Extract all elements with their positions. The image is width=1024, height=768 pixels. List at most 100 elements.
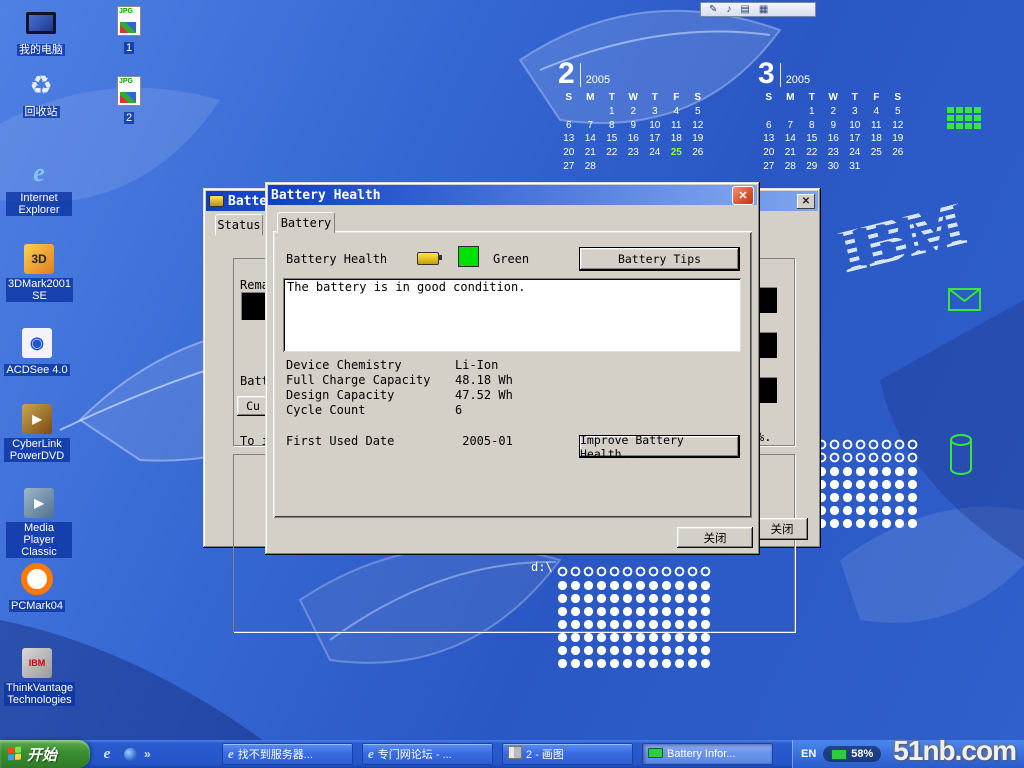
calendar-day [580,105,602,119]
calendar-day [887,160,909,174]
recycle-icon: ♻ [8,68,74,102]
tray-battery-indicator[interactable]: 58% [823,746,881,762]
improve-battery-health-button[interactable]: Improve Battery Health... [579,435,740,458]
task-button-area: e找不到服务器...e专门网论坛 - ...2 - 画图Battery Info… [222,743,773,765]
calendar-day: 2 [823,105,845,119]
desktop-icon-my-computer[interactable]: 我的电脑 [8,6,74,58]
calendar-day [623,160,645,174]
back-window-close-button[interactable]: ✕ [797,194,815,209]
media-player-icon[interactable] [121,744,139,764]
battery-tips-button[interactable]: Battery Tips [579,247,740,271]
language-toolbar[interactable]: ✎ ♪ ▤ ▦ [700,2,816,17]
calendar-day: 16 [623,132,645,146]
calendar-day: 1 [801,105,823,119]
keypad-grid-icon [946,106,986,130]
ie-icon: e [6,156,72,190]
calendar-day [758,105,780,119]
day-header: T [801,91,823,105]
speaker-icon[interactable]: ♪ [726,3,731,16]
desktop-icon-pcmark04[interactable]: PCMark04 [4,562,70,614]
dialog-close-action-button[interactable]: 关闭 [677,527,753,548]
calendar-header: 32005 [758,57,909,87]
tab-status-label: Status [217,218,260,232]
icon-label: Media Player Classic [6,522,72,558]
taskbar: 开始 e» e找不到服务器...e专门网论坛 - ...2 - 画图Batter… [0,740,1024,768]
field-label: Design Capacity [286,388,455,402]
computer-icon [8,6,74,40]
calendar-day: 5 [887,105,909,119]
calendar-day: 6 [758,119,780,133]
calendar-day: 30 [823,160,845,174]
calendar-week: 6789101112 [558,119,709,133]
keyboard-icon[interactable]: ▦ [759,3,768,16]
language-indicator[interactable]: EN [801,748,816,760]
icon-label: 1 [124,42,134,54]
icon-label: 我的电脑 [17,44,65,56]
desktop-icon-file-1[interactable]: JPG 1 [96,4,162,56]
calendar-day [558,105,580,119]
task-label: 专门网论坛 - ... [378,746,452,762]
calendar-day: 17 [644,132,666,146]
pen-icon[interactable]: ✎ [709,3,717,16]
field-row: Device ChemistryLi-Ion [286,358,513,373]
day-header: S [558,91,580,105]
day-header: T [601,91,623,105]
dialog-close-button[interactable]: ✕ [732,186,754,205]
desktop-icon-powerdvd[interactable]: ▶CyberLink PowerDVD [4,402,70,464]
ie-icon[interactable]: e [98,744,116,764]
desktop-icon-internet-explorer[interactable]: eInternet Explorer [6,156,72,218]
quick-launch-overflow-chevron[interactable]: » [144,747,151,761]
icon-label: Internet Explorer [6,192,72,216]
calendar-day: 25 [866,146,888,160]
calendar-day: 26 [887,146,909,160]
calendar-day: 16 [823,132,845,146]
calendar-day: 2 [623,105,645,119]
ie-icon: e [228,746,234,762]
icon-label: PCMark04 [9,600,65,612]
taskbar-task-4[interactable]: Battery Infor... [642,743,773,765]
condition-box: The battery is in good condition. [283,278,741,352]
taskbar-task-1[interactable]: e找不到服务器... [222,743,353,765]
calendar-day [601,160,623,174]
start-button[interactable]: 开始 [0,740,90,768]
calendar-week: 2728293031 [758,160,909,174]
calendar-day: 29 [801,160,823,174]
paint-icon [508,746,522,762]
calendar-day: 10 [844,119,866,133]
calendar-day [866,160,888,174]
desktop-icon-recycle-bin[interactable]: ♻回收站 [8,68,74,120]
field-label: Device Chemistry [286,358,455,372]
desktop-icon-mpc[interactable]: ▶Media Player Classic [6,486,72,560]
calendar-day: 9 [823,119,845,133]
tray-battery-percent: 58% [851,748,873,760]
calendar-day: 18 [866,132,888,146]
calendar-day: 27 [758,160,780,174]
day-header: M [780,91,802,105]
desktop-icon-file-2[interactable]: JPG2 [96,74,162,126]
jpg-icon: JPG [96,4,162,38]
desktop-icon-acdsee[interactable]: ◉ACDSee 4.0 [4,326,70,378]
tray-battery-icon [831,749,847,760]
tab-battery[interactable]: Battery [277,212,335,233]
dialog-title: Battery Health [271,188,728,203]
taskbar-task-2[interactable]: e专门网论坛 - ... [362,743,493,765]
calendar-day: 3 [844,105,866,119]
mpc-icon: ▶ [6,486,72,520]
calendar-day: 3 [644,105,666,119]
field-value: Li-Ion [455,358,498,372]
battery-status-text: Green [493,252,529,266]
back-close-button[interactable]: 关闭 [756,518,808,540]
desktop-icon-thinkvantage[interactable]: IBMThinkVantage Technologies [4,646,70,708]
battery-health-label: Battery Health [286,252,387,266]
calendar-week: 13141516171819 [758,132,909,146]
dialog-titlebar: Battery Health ✕ [268,185,757,205]
tab-status[interactable]: Status [215,214,263,235]
pcmark-icon [4,562,70,596]
calendar-year: 2005 [786,74,810,87]
day-header: M [580,91,602,105]
field-label: Cycle Count [286,403,455,417]
field-value: 47.52 Wh [455,388,513,402]
monitor-icon[interactable]: ▤ [740,3,749,16]
desktop-icon-3dmark2001[interactable]: 3D3DMark2001 SE [6,242,72,304]
taskbar-task-3[interactable]: 2 - 画图 [502,743,633,765]
